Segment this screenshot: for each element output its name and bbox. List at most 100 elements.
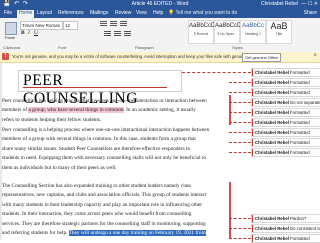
text-line[interactable]: students. In their interaction, they com… — [2, 210, 227, 219]
align-right-icon[interactable] — [124, 31, 131, 37]
font-size-box[interactable]: 12 — [63, 21, 78, 30]
heading-underline — [23, 87, 167, 88]
comment-author: Christabel Rebel — [255, 100, 289, 105]
comment-connector — [229, 122, 251, 123]
comment-connector — [229, 82, 251, 83]
tell-me-label: Tell me what you want to do — [175, 10, 238, 16]
tab-mailings[interactable]: Mailings — [88, 10, 110, 17]
style-sample: AaBbCcDc — [189, 23, 219, 29]
paragraph-3[interactable]: The Counselling Section has also expande… — [2, 182, 227, 238]
comment-balloon[interactable]: Christabel Rebel Formatted — [251, 68, 320, 77]
paragraph-1[interactable]: Peer counselling is a helping process th… — [2, 97, 227, 125]
heading-textbox[interactable]: PEER COUNSELLING — [18, 70, 182, 107]
font-name-box[interactable]: Times New Roman — [20, 21, 63, 30]
style-heading-1[interactable]: AaBbCc Heading 1 — [240, 20, 266, 44]
comment-balloon[interactable]: Christabel Rebel Formatted — [251, 148, 320, 157]
text-run: students. In their interaction, they com… — [2, 211, 192, 218]
comment-balloon[interactable]: Christabel Rebel Formatted — [251, 118, 320, 127]
comment-note: Formatted — [290, 120, 310, 125]
underline-button[interactable]: U — [34, 30, 38, 37]
align-left-icon[interactable] — [104, 31, 111, 37]
comment-connector — [229, 228, 251, 229]
comment-note: Formatted — [290, 90, 310, 95]
text-line[interactable]: representatives, new captains, and clubs… — [2, 191, 227, 200]
comment-accent — [252, 215, 253, 222]
comment-note: Formatted — [290, 130, 310, 135]
user-name[interactable]: Christabel Rebel — [261, 1, 298, 8]
tab-layout[interactable]: Layout — [35, 10, 54, 17]
style-title[interactable]: AaB Title — [266, 20, 292, 44]
text-line[interactable]: students in need. Equipping them with ne… — [2, 154, 227, 163]
comment-balloon[interactable]: Christabel Rebel Do consistent at — [251, 224, 320, 233]
close-icon[interactable]: × — [313, 53, 317, 60]
share-button[interactable]: Share — [304, 10, 317, 17]
change-bar — [229, 182, 231, 238]
comment-author: Christabel Rebel — [255, 140, 289, 145]
style-normal[interactable]: AaBbCcDc ¶ Normal — [188, 20, 219, 44]
comment-accent — [252, 99, 253, 106]
italic-button[interactable]: I — [28, 30, 30, 37]
text-line[interactable]: members of a group with several things i… — [2, 135, 227, 144]
comment-balloon[interactable]: Christabel Rebel Do not separate — [251, 98, 320, 107]
group-label-font: Font — [58, 45, 67, 50]
text-line[interactable]: share many similar issues. Student Peer … — [2, 145, 227, 154]
comment-connector — [229, 218, 251, 219]
comment-balloon[interactable]: Christabel Rebel Formatted — [251, 234, 320, 243]
text-line[interactable]: with many students in their leadership c… — [2, 201, 227, 210]
genuine-office-notice: ! You're not genuine, and you may be a v… — [0, 52, 320, 63]
comment-note: Pardon? — [290, 216, 307, 221]
comment-note: Formatted — [290, 140, 310, 145]
comment-author: Christabel Rebel — [255, 80, 289, 85]
comment-connector — [229, 238, 251, 239]
comment-accent — [252, 139, 253, 146]
tab-view[interactable]: View — [134, 10, 149, 17]
tab-file[interactable]: File — [2, 10, 14, 17]
ribbon-tabs: File Home Layout References Mailings Rev… — [0, 9, 320, 18]
text-run: Peer counselling is a helping process wh… — [2, 127, 210, 133]
text-run: members of a group with several things i… — [2, 136, 196, 143]
comment-author: Christabel Rebel — [255, 110, 289, 115]
paragraph-2[interactable]: Peer counselling is a helping process wh… — [2, 126, 227, 173]
bullets-icon[interactable] — [100, 21, 107, 27]
tell-me-search[interactable]: 💡 Tell me what you want to do — [168, 10, 237, 17]
clipboard-icon — [5, 22, 17, 35]
text-run: share many similar issues. Student Peer … — [2, 145, 191, 152]
comment-accent — [252, 149, 253, 156]
comment-author: Christabel Rebel — [255, 90, 289, 95]
title-bar: 💾 ↶ ↷ Article 46 EDITED - Word Christabe… — [0, 0, 320, 9]
comment-author: Christabel Rebel — [255, 236, 289, 241]
comment-author: Christabel Rebel — [255, 120, 289, 125]
get-genuine-office-button[interactable]: Get genuine Office — [242, 53, 282, 62]
comment-balloon[interactable]: Christabel Rebel Formatted — [251, 88, 320, 97]
tab-review[interactable]: Review — [113, 10, 133, 17]
align-center-icon[interactable] — [114, 31, 121, 37]
text-line[interactable]: and referring students for help. They wi… — [2, 229, 227, 238]
comment-balloon[interactable]: Christabel Rebel Pardon? — [251, 214, 320, 223]
tab-home[interactable]: Home — [17, 10, 35, 18]
tab-help[interactable]: Help — [151, 10, 165, 17]
tab-references[interactable]: References — [56, 10, 86, 17]
text-line[interactable]: refers to students helping their fellow … — [2, 116, 227, 125]
text-line[interactable]: members of a group, who have several thi… — [2, 106, 227, 115]
comment-balloon[interactable]: Christabel Rebel Formatted — [251, 138, 320, 147]
comment-note: Do not separate — [290, 100, 320, 105]
comment-balloon[interactable]: Christabel Rebel Formatted — [251, 128, 320, 137]
group-label-styles: Styles — [232, 45, 243, 50]
selected-text: They will undergo a one day training on … — [68, 230, 206, 237]
text-line[interactable]: them as individuals but to many of their… — [2, 164, 227, 173]
text-line[interactable]: The Counselling Section has also expande… — [2, 182, 227, 191]
comment-balloon[interactable]: Christabel Rebel Formatted — [251, 78, 320, 87]
numbering-icon[interactable] — [110, 21, 117, 27]
text-line[interactable]: services. They are therefore strategic p… — [2, 220, 227, 229]
comment-balloon[interactable]: Christabel Rebel Formatted — [251, 108, 320, 117]
style-no-spacing[interactable]: AaBbCcDc ¶ No Spac... — [214, 20, 244, 44]
comment-connector — [229, 142, 251, 143]
window-controls[interactable]: — ☐ ✕ — [302, 1, 318, 8]
text-line[interactable]: Peer counselling is a helping process th… — [2, 97, 227, 106]
bold-button[interactable]: B — [21, 30, 25, 37]
comment-accent — [252, 109, 253, 116]
text-line[interactable]: Peer counselling is a helping process wh… — [2, 126, 227, 135]
text-run: Peer counselling is a helping process th… — [2, 98, 207, 104]
paste-button[interactable]: Paste — [2, 20, 18, 42]
multilevel-list-icon[interactable] — [120, 21, 127, 27]
